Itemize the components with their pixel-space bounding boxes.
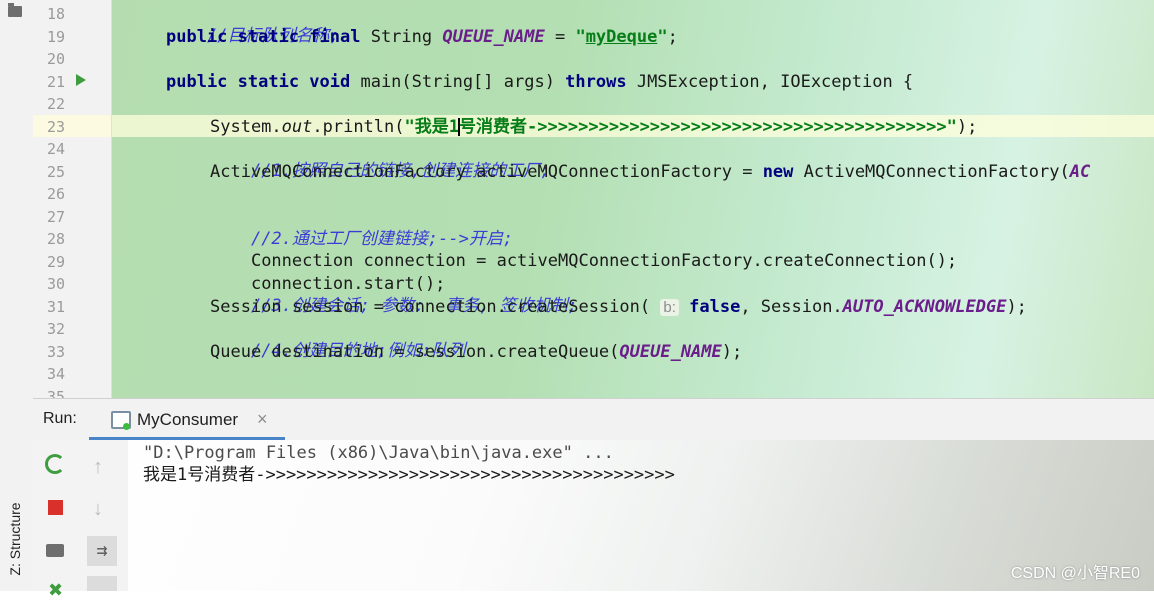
code-text: String	[360, 27, 443, 47]
structure-tab-label: Z: Structure	[7, 502, 23, 576]
parameter-hint: b:	[660, 299, 679, 316]
code-line-33: Queue destination = session.createQueue(…	[210, 341, 742, 363]
up-arrow-icon[interactable]: ↑	[93, 456, 115, 478]
code-text: Session session = connection.createSessi…	[210, 297, 651, 317]
line-number: 31	[46, 298, 65, 316]
code-line-18: //目标队列名称;	[166, 3, 340, 46]
console-line: 我是1号消费者->>>>>>>>>>>>>>>>>>>>>>>>>>>>>>>>…	[143, 465, 675, 485]
code-line-28: Connection connection = activeMQConnecti…	[210, 228, 957, 271]
run-console[interactable]: ✖ ↑ ↓ ⇉ "D:\Program Files (x86)\Java\bin…	[33, 440, 1154, 600]
code-text: ActiveMQConnectionFactory activeMQConnec…	[210, 162, 763, 182]
gutter-separator	[111, 0, 112, 398]
run-toolbar: ✖ ↑ ↓ ⇉	[33, 440, 128, 600]
static-field: out	[281, 117, 313, 137]
line-number: 18	[46, 5, 65, 23]
line-number: 33	[46, 343, 65, 361]
run-config-icon	[111, 411, 131, 430]
line-number: 28	[46, 230, 65, 248]
watermark: CSDN @小智RE0	[1010, 565, 1140, 582]
close-tab-icon[interactable]: ×	[257, 409, 268, 430]
code-line-19: public static final String QUEUE_NAME = …	[166, 26, 678, 48]
camera-icon[interactable]	[46, 544, 64, 557]
line-number: 34	[46, 365, 65, 383]
code-text: main(String[] args)	[350, 72, 566, 92]
code-line-23: System.out.println("我是1号消费者->>>>>>>>>>>>…	[210, 116, 977, 138]
code-editor[interactable]: 18 19 20 21 22 23 24 25 26 27 28 29 30 3…	[33, 0, 1154, 398]
keyword: throws	[565, 72, 627, 92]
constant: QUEUE_NAME	[442, 27, 545, 47]
code-line-27: //2.通过工厂创建链接;-->开启;	[210, 206, 513, 249]
code-text: ;	[667, 27, 678, 47]
code-text: Queue destination = session.createQueue(	[210, 342, 620, 362]
code-line-21: public static void main(String[] args) t…	[166, 71, 913, 93]
code-text: );	[1006, 297, 1027, 317]
soft-wrap-icon[interactable]: ⇉	[87, 536, 117, 566]
code-text: );	[956, 117, 978, 137]
line-number: 24	[46, 140, 65, 158]
keyword: new	[762, 162, 794, 182]
code-line-25: ActiveMQConnectionFactory activeMQConnec…	[210, 161, 1090, 183]
line-number: 21	[46, 73, 65, 91]
code-text: JMSException, IOException {	[626, 72, 914, 92]
code-text: , Session.	[740, 297, 843, 317]
line-number: 20	[46, 50, 65, 68]
line-number: 22	[46, 95, 65, 113]
scroll-to-end-icon[interactable]	[87, 576, 117, 591]
line-number: 35	[46, 388, 65, 398]
code-line-24: //1.按照自己的链接,创建连接的工厂;	[210, 138, 550, 181]
console-line: "D:\Program Files (x86)\Java\bin\java.ex…	[143, 443, 614, 463]
code-line-29: connection.start();	[210, 251, 445, 294]
constant: AUTO_ACKNOWLEDGE	[842, 297, 1007, 317]
line-number: 19	[46, 28, 65, 46]
stop-icon[interactable]	[48, 500, 63, 515]
code-line-32: //4.创建目的地;例如:队列	[210, 318, 465, 361]
line-number: 27	[46, 208, 65, 226]
tool-window-stripe: Z: Structure	[0, 0, 34, 591]
line-number: 30	[46, 275, 65, 293]
line-number: 25	[46, 163, 65, 181]
run-tab-myconsumer[interactable]: MyConsumer ×	[89, 399, 285, 441]
string-quote: "	[657, 27, 668, 47]
line-number: 29	[46, 253, 65, 271]
run-panel-header: Run: MyConsumer ×	[33, 398, 1154, 441]
string-literal: 号消费者->>>>>>>>>>>>>>>>>>>>>>>>>>>>>>>>>>>…	[458, 117, 957, 137]
code-text: ActiveMQConnectionFactory(	[793, 162, 1070, 182]
code-text: System.	[210, 117, 282, 137]
constant: AC	[1069, 162, 1091, 182]
code-line-31: Session session = connection.createSessi…	[210, 296, 1027, 318]
string-quote: "	[575, 27, 586, 47]
code-text: );	[721, 342, 743, 362]
keyword: false	[689, 297, 741, 317]
keyword: public static final	[166, 27, 361, 47]
line-number: 23	[46, 118, 65, 136]
rerun-icon[interactable]	[45, 454, 65, 474]
run-main-gutter-icon[interactable]	[76, 74, 86, 86]
project-folder-icon[interactable]	[8, 3, 22, 17]
constant: QUEUE_NAME	[619, 342, 722, 362]
code-line-30: //3.创建会话; 参数: 事务, 签收机制;	[210, 273, 578, 316]
run-label: Run:	[43, 410, 77, 427]
close-icon[interactable]: ✖	[48, 580, 70, 602]
code-text: =	[544, 27, 576, 47]
structure-tool-tab[interactable]: Z: Structure	[2, 490, 30, 591]
string-literal: myDeque	[585, 27, 658, 47]
line-number: 32	[46, 320, 65, 338]
run-tab-label: MyConsumer	[137, 410, 239, 429]
down-arrow-icon[interactable]: ↓	[93, 498, 115, 520]
keyword: public static void	[166, 72, 351, 92]
string-literal: "我是1	[404, 117, 459, 137]
code-text: .println(	[312, 117, 405, 137]
line-number: 26	[46, 185, 65, 203]
